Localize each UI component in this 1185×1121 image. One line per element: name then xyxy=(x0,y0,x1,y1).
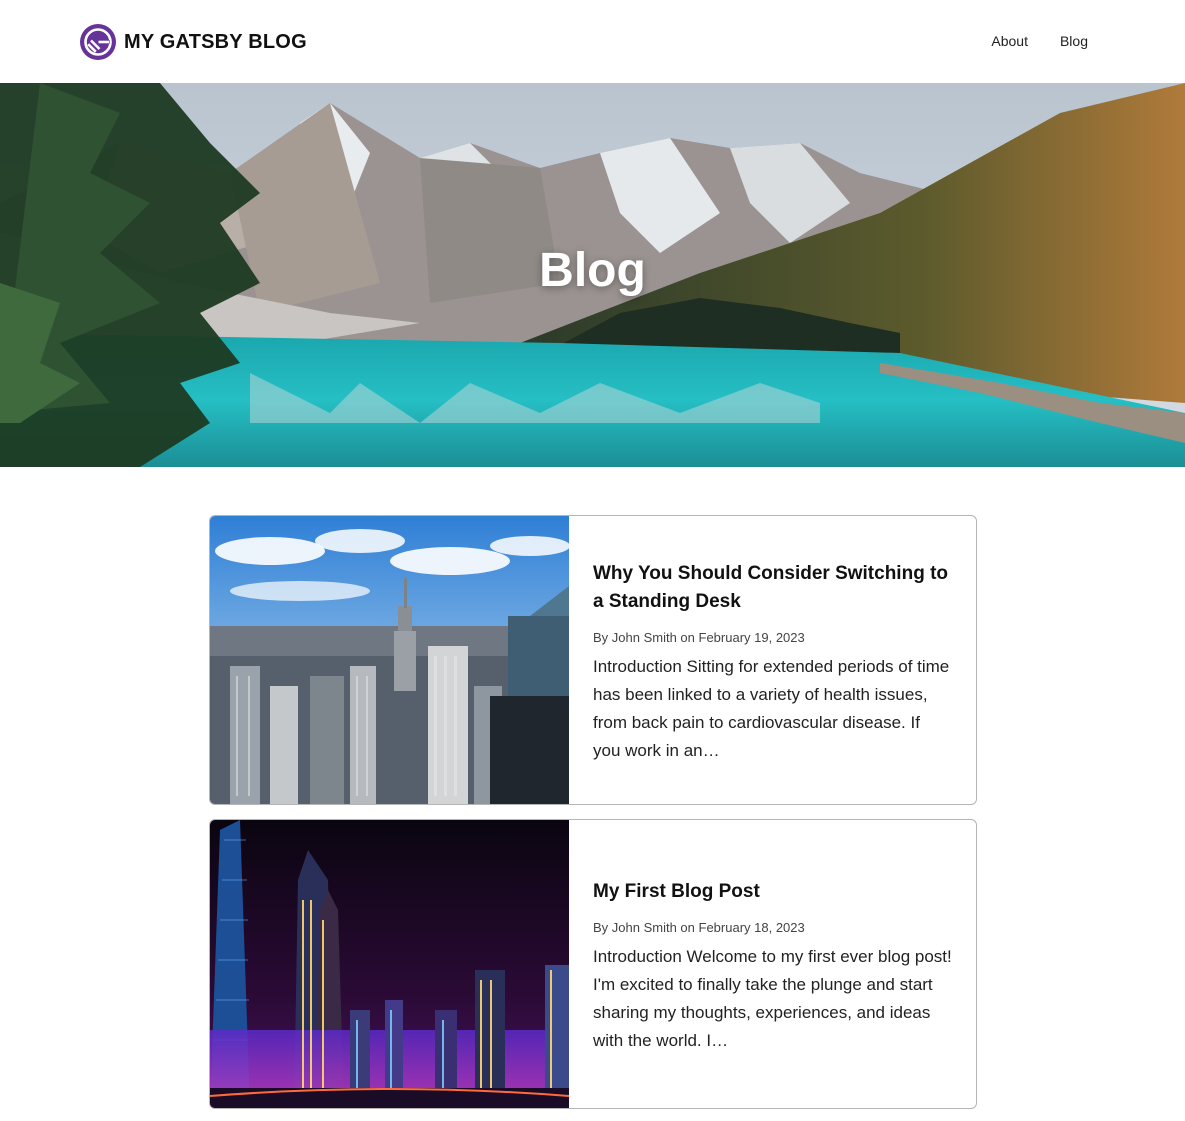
post-meta: By John Smith on February 19, 2023 xyxy=(593,629,805,645)
post-title: Why You Should Consider Switching to a S… xyxy=(593,562,949,612)
post-meta: By John Smith on February 18, 2023 xyxy=(593,919,805,935)
city-skyline-night-image xyxy=(210,820,569,1108)
home-link[interactable]: MY GATSBY BLOG xyxy=(80,24,307,60)
site-title: MY GATSBY BLOG xyxy=(124,30,307,53)
post-thumbnail xyxy=(210,820,569,1108)
hero-banner: Blog xyxy=(0,83,1185,467)
gatsby-logo-icon xyxy=(80,24,116,60)
city-skyline-day-image xyxy=(210,516,569,804)
post-thumbnail xyxy=(210,516,569,804)
post-card[interactable]: Why You Should Consider Switching to a S… xyxy=(209,515,977,805)
post-excerpt: Introduction Welcome to my first ever bl… xyxy=(593,946,952,1050)
site-header: MY GATSBY BLOG About Blog xyxy=(0,0,1185,83)
post-excerpt: Introduction Sitting for extended period… xyxy=(593,656,950,760)
hero-title: Blog xyxy=(539,244,646,297)
post-card[interactable]: My First Blog Post By John Smith on Febr… xyxy=(209,819,977,1109)
nav-link-about[interactable]: About xyxy=(991,33,1028,49)
main-nav: About Blog xyxy=(991,33,1088,49)
post-body: Why You Should Consider Switching to a S… xyxy=(569,516,976,804)
nav-link-blog[interactable]: Blog xyxy=(1060,33,1088,49)
post-body: My First Blog Post By John Smith on Febr… xyxy=(569,820,976,1108)
post-title: My First Blog Post xyxy=(593,880,760,902)
